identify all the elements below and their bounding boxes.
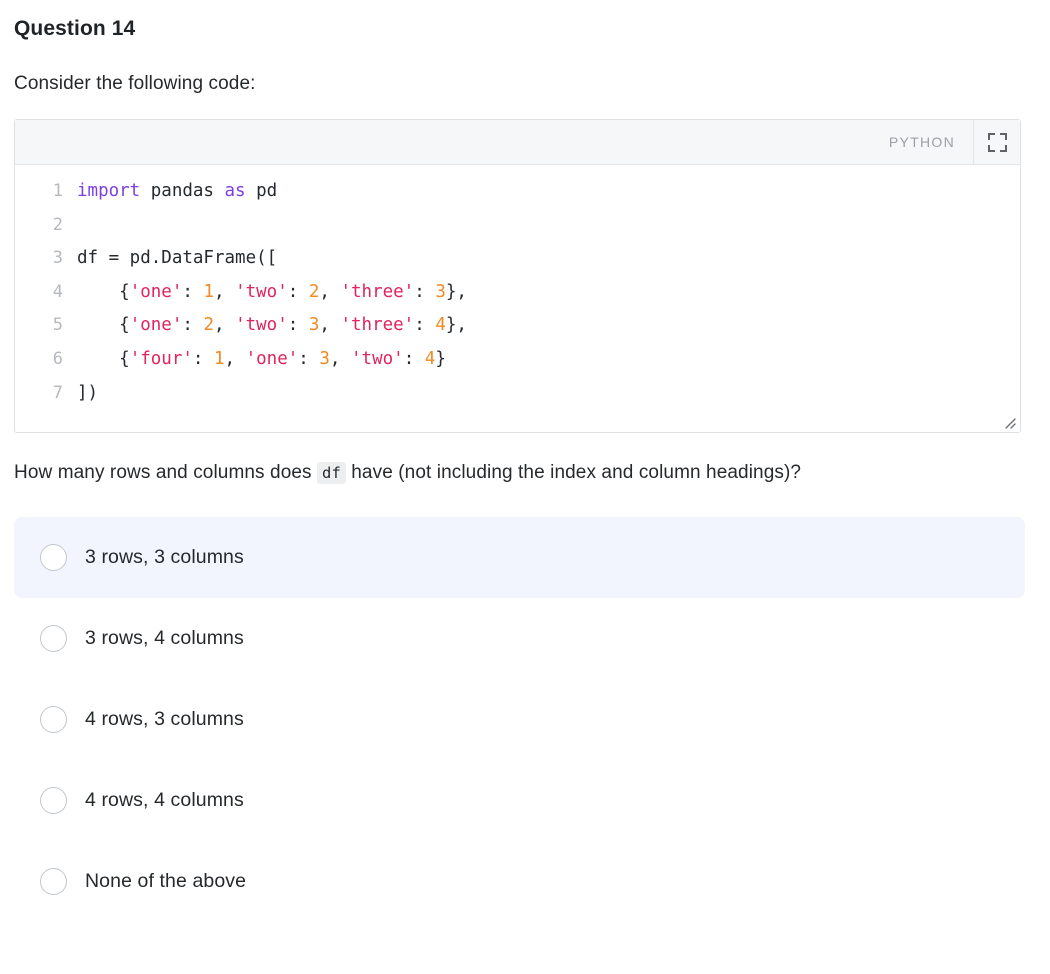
expand-icon[interactable]	[973, 120, 1020, 164]
code-line-number: 4	[52, 281, 63, 302]
code-line-text: {'one': 1, 'two': 2, 'three': 3},	[77, 281, 467, 302]
question-page: Question 14 Consider the following code:…	[0, 0, 1050, 974]
radio-button[interactable]	[40, 868, 67, 896]
code-block-body[interactable]: 1 import pandas as pd 2 3 df = pd.DataFrame…	[15, 165, 1020, 432]
code-line-number: 1	[52, 181, 63, 201]
code-line-text: ])	[77, 382, 99, 403]
code-line: 3 df = pd.DataFrame([	[15, 242, 1020, 276]
code-block: PYTHON 1 import pandas as pd 2 3 df = pd.Da…	[14, 119, 1021, 434]
code-line-number: 6	[52, 348, 63, 369]
code-block-header: PYTHON	[15, 120, 1020, 165]
inline-code-df: df	[317, 462, 346, 485]
answer-option-label: 3 rows, 4 columns	[85, 627, 244, 650]
code-line: 2	[15, 209, 1020, 243]
code-line: 4 {'one': 1, 'two': 2, 'three': 3},	[15, 276, 1020, 310]
prompt-text-after: have (not including the index and column…	[345, 462, 802, 484]
code-line-text: {'one': 2, 'two': 3, 'three': 4},	[77, 315, 467, 336]
code-line-text: df = pd.DataFrame([	[77, 248, 278, 269]
radio-button[interactable]	[40, 787, 67, 815]
code-line-number: 5	[52, 315, 63, 336]
answer-option-label: 3 rows, 3 columns	[85, 546, 244, 569]
answer-option-1[interactable]: 3 rows, 3 columns	[14, 517, 1025, 599]
code-line-text: import pandas as pd	[77, 181, 278, 201]
code-line-number: 7	[52, 382, 63, 403]
code-line: 5 {'one': 2, 'two': 3, 'three': 4},	[15, 309, 1020, 343]
code-line: 1 import pandas as pd	[15, 175, 1020, 209]
question-prompt: How many rows and columns does df have (…	[14, 433, 944, 491]
answer-option-label: None of the above	[85, 870, 247, 893]
answer-option-4[interactable]: 4 rows, 4 columns	[14, 760, 1025, 841]
page-title: Question 14	[14, 17, 136, 40]
code-line: 6 {'four': 1, 'one': 3, 'two': 4}	[15, 343, 1020, 377]
answer-option-3[interactable]: 4 rows, 3 columns	[14, 679, 1025, 760]
code-line: 7])	[15, 377, 1020, 411]
code-line-text: {'four': 1, 'one': 3, 'two': 4}	[77, 348, 446, 369]
code-language-label: PYTHON	[888, 134, 955, 150]
answer-option-2[interactable]: 3 rows, 4 columns	[14, 598, 1025, 679]
answer-option-5[interactable]: None of the above	[14, 841, 1025, 922]
code-lines: 1 import pandas as pd 2 3 df = pd.DataFrame…	[15, 175, 1020, 410]
code-line-number: 2	[52, 214, 63, 235]
answer-option-label: 4 rows, 3 columns	[85, 708, 244, 731]
prompt-text-before: How many rows and columns does	[14, 462, 318, 484]
radio-button[interactable]	[40, 625, 67, 653]
question-intro: Consider the following code:	[14, 73, 256, 94]
radio-button[interactable]	[40, 544, 67, 572]
answer-option-label: 4 rows, 4 columns	[85, 789, 244, 812]
answer-options: 3 rows, 3 columns 3 rows, 4 columns 4 rows…	[14, 517, 1025, 922]
code-line-number: 3	[52, 248, 63, 269]
resize-grip-icon[interactable]	[1002, 415, 1016, 429]
radio-button[interactable]	[40, 706, 67, 734]
